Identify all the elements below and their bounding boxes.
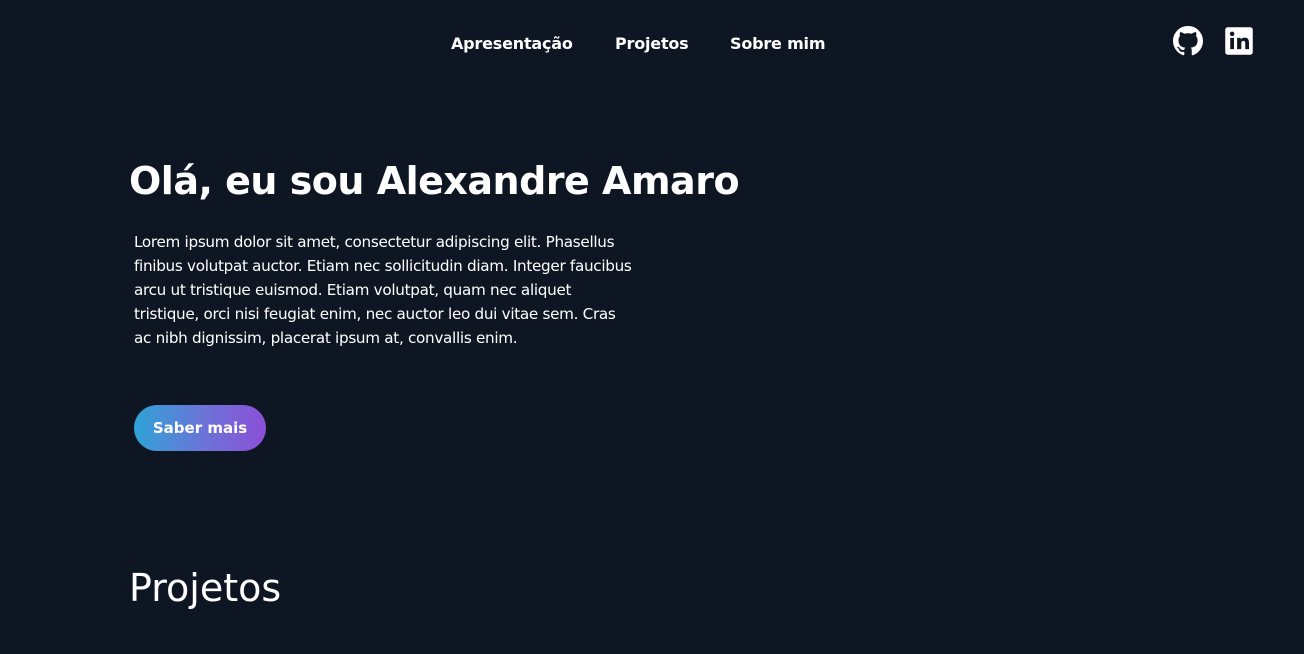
github-icon (1173, 26, 1203, 56)
saber-mais-button[interactable]: Saber mais (134, 405, 266, 451)
linkedin-icon (1224, 26, 1254, 56)
nav-link-projetos[interactable]: Projetos (615, 33, 689, 55)
linkedin-link[interactable] (1224, 26, 1254, 56)
main-nav: Apresentação Projetos Sobre mim (0, 33, 1304, 57)
page: Apresentação Projetos Sobre mim Olá, eu … (0, 0, 1304, 654)
github-link[interactable] (1173, 26, 1203, 56)
nav-link-sobre-mim[interactable]: Sobre mim (730, 33, 826, 55)
hero-description: Lorem ipsum dolor sit amet, consectetur … (134, 233, 632, 347)
projects-section-title: Projetos (129, 566, 282, 610)
hero-title: Olá, eu sou Alexandre Amaro (129, 159, 740, 203)
nav-link-apresentacao[interactable]: Apresentação (451, 33, 573, 55)
